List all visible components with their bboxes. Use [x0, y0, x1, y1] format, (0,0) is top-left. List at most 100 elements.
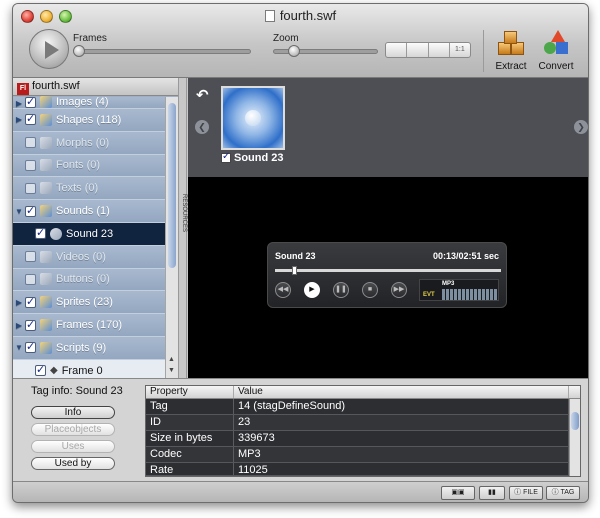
tag-info-title: Tag info: Sound 23: [31, 385, 123, 397]
zoom-fill-button[interactable]: [429, 43, 450, 57]
thumbnail-strip: ↶ ❮ Sound 23 ❯: [188, 78, 588, 177]
table-row[interactable]: Rate 11025: [146, 463, 580, 476]
zoom-fit-width-button[interactable]: [386, 43, 408, 57]
player-title: Sound 23: [275, 251, 316, 261]
fast-forward-button[interactable]: ▶▶: [391, 282, 407, 298]
checkbox[interactable]: [35, 363, 46, 377]
checkbox[interactable]: [25, 204, 36, 217]
tree-item-sound-23[interactable]: Sound 23: [13, 222, 165, 246]
checkbox[interactable]: [25, 159, 36, 171]
rewind-button[interactable]: ◀◀: [275, 282, 291, 298]
table-row[interactable]: Codec MP3: [146, 447, 580, 463]
used-by-button[interactable]: Used by: [31, 457, 115, 470]
tree-item-fonts[interactable]: Fonts (0): [13, 154, 165, 178]
checkbox[interactable]: [25, 182, 36, 194]
tree-item-sounds[interactable]: ▼ Sounds (1): [13, 200, 165, 223]
disclosure-triangle-icon[interactable]: ▶: [13, 321, 25, 330]
format-label: MP3: [442, 281, 455, 287]
diamond-icon: ◆: [50, 365, 58, 377]
speaker-icon: [50, 227, 62, 240]
tree-item-frame-0[interactable]: ◆ Frame 0: [13, 359, 165, 378]
properties-table: Property Value Tag 14 (stagDefineSound) …: [145, 385, 581, 477]
file-header[interactable]: Fl fourth.swf: [13, 78, 178, 96]
scroll-down-arrow-icon[interactable]: ▼: [168, 367, 175, 374]
tag-info-panel: Tag info: Sound 23 Info Placeobjects Use…: [13, 378, 588, 481]
preview-stage: Sound 23 00:13/02:51 sec ◀◀ ▶ ❚❚ ■ ▶▶ MP…: [188, 177, 588, 378]
checkbox[interactable]: [25, 95, 36, 108]
sidebar-scroll-thumb[interactable]: [168, 103, 176, 268]
tree-item-scripts[interactable]: ▼ Scripts (9): [13, 336, 165, 360]
sound-thumbnail[interactable]: [221, 86, 285, 150]
table-row[interactable]: Tag 14 (stagDefineSound): [146, 399, 580, 415]
stop-button[interactable]: ■: [362, 282, 378, 298]
disclosure-triangle-icon[interactable]: ▶: [13, 115, 25, 124]
resource-sidebar: Flfourth.swf ▶ Images (4) ▶ Shapes (118)…: [13, 78, 178, 378]
event-label: EVT: [423, 292, 435, 298]
app-window: fourth.swf Frames Zoom 1:1 Extract Conve…: [12, 3, 589, 503]
uses-button[interactable]: Uses: [31, 440, 115, 453]
file-info-button[interactable]: ⓘ FILE: [509, 486, 543, 500]
shapes-icon: [541, 30, 571, 58]
disclosure-triangle-icon[interactable]: ▶: [13, 298, 25, 307]
tree-item-images[interactable]: ▶ Images (4): [13, 95, 165, 109]
status-bar: ▣▣ ▮▮ ⓘ FILE ⓘ TAG: [13, 481, 588, 502]
sounds-icon: [40, 205, 52, 218]
zoom-actual-size-button[interactable]: 1:1: [450, 43, 470, 57]
tree-item-texts[interactable]: Texts (0): [13, 177, 165, 201]
disclosure-triangle-icon[interactable]: ▶: [13, 99, 25, 108]
sidebar-scrollbar[interactable]: ▲ ▼: [165, 97, 178, 378]
play-button[interactable]: [29, 29, 69, 69]
playback-progress-bar[interactable]: [275, 266, 501, 275]
boxes-icon: [496, 30, 526, 58]
column-header-value[interactable]: Value: [234, 386, 569, 398]
toolbar: fourth.swf Frames Zoom 1:1 Extract Conve…: [13, 4, 588, 78]
checkbox[interactable]: [25, 251, 36, 263]
tag-info-button[interactable]: ⓘ TAG: [546, 486, 580, 500]
tree-item-frames[interactable]: ▶ Frames (170): [13, 314, 165, 337]
convert-button[interactable]: Convert: [536, 30, 576, 72]
scripts-icon: [40, 341, 52, 354]
tree-item-buttons[interactable]: Buttons (0): [13, 268, 165, 292]
checkbox[interactable]: [25, 137, 36, 149]
zoom-label: Zoom: [273, 33, 299, 44]
table-row[interactable]: Size in bytes 339673: [146, 431, 580, 447]
scroll-up-arrow-icon[interactable]: ▲: [168, 356, 175, 363]
thumbnail-checkbox[interactable]: [221, 151, 231, 163]
checkbox[interactable]: [25, 295, 36, 308]
frames-slider-thumb[interactable]: [73, 45, 85, 57]
fonts-icon: [40, 159, 52, 172]
disclosure-triangle-icon[interactable]: ▼: [13, 207, 25, 216]
frames-slider[interactable]: [73, 45, 251, 57]
tree-item-sprites[interactable]: ▶ Sprites (23): [13, 291, 165, 315]
table-scroll-thumb[interactable]: [571, 412, 579, 430]
sound-player: Sound 23 00:13/02:51 sec ◀◀ ▶ ❚❚ ■ ▶▶ MP…: [267, 242, 507, 308]
zoom-slider[interactable]: [273, 45, 378, 57]
zoom-slider-thumb[interactable]: [288, 45, 300, 57]
resources-collapse-tab[interactable]: RESOURCES: [178, 78, 187, 378]
disclosure-triangle-icon[interactable]: ▼: [13, 343, 25, 352]
checkbox[interactable]: [35, 226, 46, 240]
level-meter: MP3 EVT: [419, 279, 499, 301]
layout-toggle-button[interactable]: ▮▮: [479, 486, 505, 500]
back-arrow-icon[interactable]: ↶: [196, 86, 209, 104]
checkbox[interactable]: [25, 273, 36, 285]
next-arrow-icon[interactable]: ❯: [574, 120, 588, 134]
extract-button[interactable]: Extract: [491, 30, 531, 72]
tree-item-shapes[interactable]: ▶ Shapes (118): [13, 109, 165, 132]
checkbox[interactable]: [25, 340, 36, 354]
placeobjects-button[interactable]: Placeobjects: [31, 423, 115, 436]
playback-position-handle[interactable]: [292, 266, 298, 275]
column-header-property[interactable]: Property: [146, 386, 234, 398]
table-scrollbar[interactable]: [569, 399, 580, 476]
pause-button[interactable]: ❚❚: [333, 282, 349, 298]
checkbox[interactable]: [25, 112, 36, 126]
table-row[interactable]: ID 23: [146, 415, 580, 431]
info-button[interactable]: Info: [31, 406, 115, 419]
tree-item-videos[interactable]: Videos (0): [13, 245, 165, 269]
zoom-fit-button[interactable]: [407, 43, 429, 57]
play-pause-toggle-button[interactable]: ▶: [304, 282, 320, 298]
tree-item-morphs[interactable]: Morphs (0): [13, 131, 165, 155]
view-mode-button[interactable]: ▣▣: [441, 486, 475, 500]
checkbox[interactable]: [25, 318, 36, 331]
previous-arrow-icon[interactable]: ❮: [195, 120, 209, 134]
